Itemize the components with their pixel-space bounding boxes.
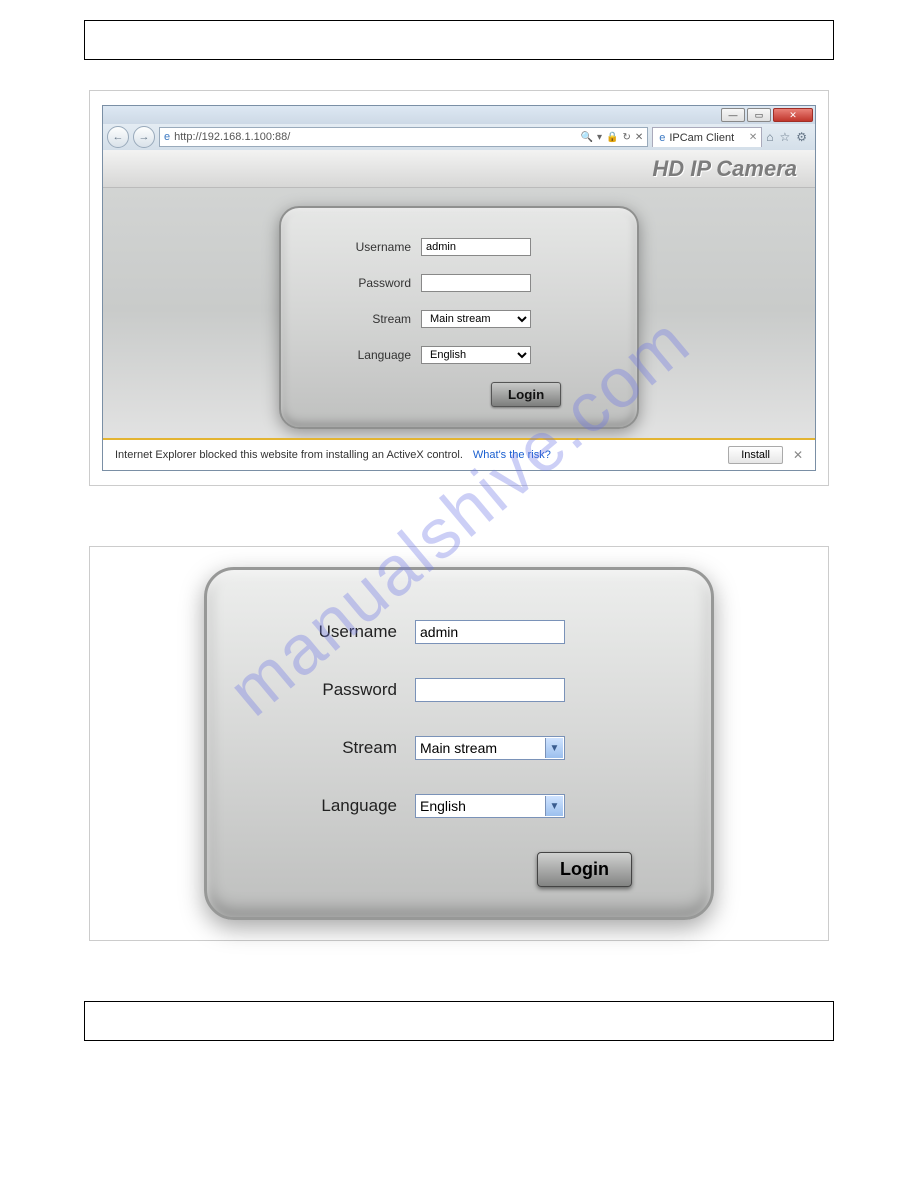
activex-risk-link[interactable]: What's the risk? (473, 449, 551, 461)
username-label: Username (311, 240, 411, 254)
url-text: http://192.168.1.100:88/ (174, 131, 576, 143)
nav-back-button[interactable]: ← (107, 126, 129, 148)
tab-favicon-icon: e (659, 132, 665, 144)
nav-forward-button[interactable]: → (133, 126, 155, 148)
home-icon[interactable]: ⌂ (766, 130, 773, 144)
refresh-icon[interactable]: ↻ (622, 132, 630, 143)
tab-close-icon[interactable]: ✕ (749, 132, 757, 143)
page-content: HD IP Camera Username Password Stream Ma… (103, 150, 815, 470)
username-label-big: Username (257, 622, 397, 642)
top-page-border (84, 20, 834, 60)
username-input-big[interactable] (415, 620, 565, 644)
bottom-page-border (84, 1001, 834, 1041)
tools-icon[interactable]: ⚙ (796, 130, 807, 144)
activex-close-icon[interactable]: ✕ (793, 448, 803, 462)
language-label-big: Language (257, 796, 397, 816)
ie-window: — ▭ ✕ ← → e http://192.168.1.100:88/ 🔍 ▾… (102, 105, 816, 471)
page-title: HD IP Camera (103, 150, 815, 188)
window-titlebar: — ▭ ✕ (103, 106, 815, 124)
language-label: Language (311, 348, 411, 362)
language-select[interactable]: English (421, 346, 531, 364)
password-label-big: Password (257, 680, 397, 700)
login-button[interactable]: Login (491, 382, 561, 407)
search-icon[interactable]: 🔍 (581, 132, 593, 143)
password-input[interactable] (421, 274, 531, 292)
browser-toolbar: ← → e http://192.168.1.100:88/ 🔍 ▾ 🔒 ↻ ✕ (103, 124, 815, 150)
username-input[interactable] (421, 238, 531, 256)
language-select-big[interactable]: English (415, 794, 565, 818)
stream-label-big: Stream (257, 738, 397, 758)
activex-notification-bar: Internet Explorer blocked this website f… (103, 438, 815, 470)
activex-message: Internet Explorer blocked this website f… (115, 449, 463, 461)
window-close-button[interactable]: ✕ (773, 108, 813, 122)
window-maximize-button[interactable]: ▭ (747, 108, 771, 122)
login-button-big[interactable]: Login (537, 852, 632, 887)
window-minimize-button[interactable]: — (721, 108, 745, 122)
browser-tab[interactable]: e IPCam Client ✕ (652, 127, 762, 147)
login-panel: Username Password Stream Main stream (279, 206, 639, 429)
activex-install-button[interactable]: Install (728, 446, 783, 464)
stop-icon[interactable]: ✕ (635, 132, 643, 143)
login-panel-large: Username Password Stream Main stream ▼ L… (204, 567, 714, 920)
favorites-icon[interactable]: ☆ (779, 130, 790, 144)
ie-favicon-icon: e (164, 131, 170, 143)
tab-title: IPCam Client (669, 132, 734, 144)
address-bar[interactable]: e http://192.168.1.100:88/ 🔍 ▾ 🔒 ↻ ✕ (159, 127, 648, 147)
stream-label: Stream (311, 312, 411, 326)
stream-select[interactable]: Main stream (421, 310, 531, 328)
screenshot-2-frame: Username Password Stream Main stream ▼ L… (89, 546, 829, 941)
screenshot-1-frame: — ▭ ✕ ← → e http://192.168.1.100:88/ 🔍 ▾… (89, 90, 829, 486)
lock-icon: 🔒 (606, 132, 618, 143)
password-label: Password (311, 276, 411, 290)
stream-select-big[interactable]: Main stream (415, 736, 565, 760)
password-input-big[interactable] (415, 678, 565, 702)
